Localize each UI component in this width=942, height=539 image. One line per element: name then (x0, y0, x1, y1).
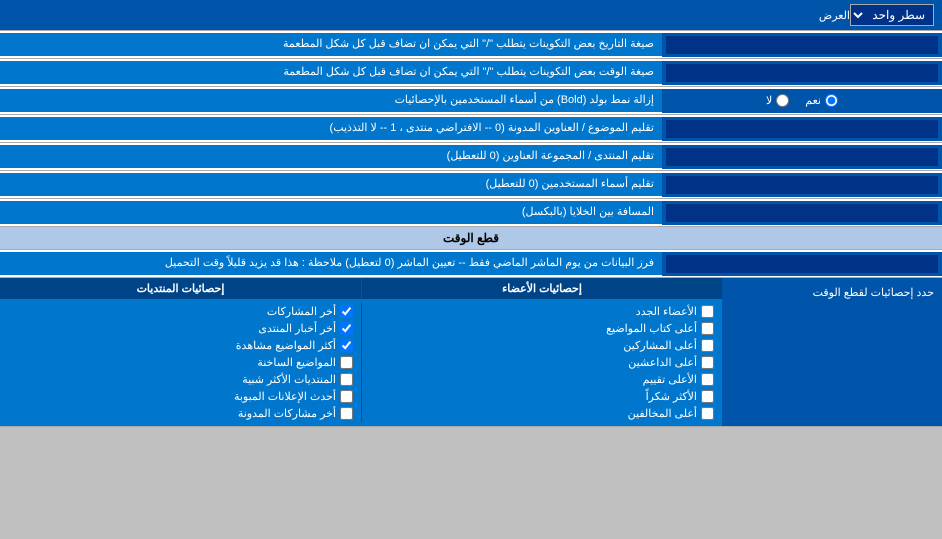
date-format-row: d-m صيغة التاريخ بعض التكوينات يتطلب "/"… (0, 31, 942, 59)
checkbox-label: أعلى كتاب المواضيع (606, 322, 697, 335)
checkbox-input[interactable] (701, 407, 714, 420)
forum-topic-input-wrapper: 33 (662, 117, 942, 141)
bold-options: نعم لا (662, 89, 942, 113)
checkbox-label: أخر المشاركات (267, 305, 336, 318)
checkbox-item: أخر المشاركات (8, 305, 353, 318)
time-format-input[interactable]: H:i (666, 64, 938, 82)
checkbox-item: أخر مشاركات المدونة (8, 407, 353, 420)
checkbox-item: الأعضاء الجدد (370, 305, 714, 318)
checkbox-label: أحدث الإعلانات المبوبة (234, 390, 336, 403)
checkbox-label: المواضيع الساخنة (257, 356, 336, 369)
time-format-label: صيغة الوقت بعض التكوينات يتطلب "/" التي … (0, 61, 662, 84)
main-container: سطر واحدسطرينثلاثة أسطر العرض d-m صيغة ا… (0, 0, 942, 427)
checkbox-label: أكثر المواضيع مشاهدة (236, 339, 336, 352)
cutoff-input-wrapper: 0 (662, 252, 942, 276)
checkbox-input[interactable] (340, 407, 353, 420)
stats-items-grid: الأعضاء الجدد أعلى كتاب المواضيع أعلى المش… (0, 299, 722, 426)
forum-topic-row: 33 تقليم الموضوع / العناوين المدونة (0 -… (0, 115, 942, 143)
checkbox-input[interactable] (701, 322, 714, 335)
checkbox-input[interactable] (340, 390, 353, 403)
forum-group-row: 33 تقليم المنتدى / المجموعة العناوين (0 … (0, 143, 942, 171)
checkbox-input[interactable] (701, 339, 714, 352)
checkbox-item: أكثر المواضيع مشاهدة (8, 339, 353, 352)
display-select[interactable]: سطر واحدسطرينثلاثة أسطر (850, 4, 934, 26)
cutoff-row: 0 فرز البيانات من يوم الماشر الماضي فقط … (0, 250, 942, 278)
checkbox-item: الأعلى تقييم (370, 373, 714, 386)
checkbox-input[interactable] (701, 373, 714, 386)
checkbox-input[interactable] (340, 339, 353, 352)
trim-users-input-wrapper: 0 (662, 173, 942, 197)
trim-users-input[interactable]: 0 (666, 176, 938, 194)
col2-header: إحصائيات المنتديات (0, 278, 361, 299)
time-cutoff-header: قطع الوقت (0, 227, 942, 250)
checkbox-item: أحدث الإعلانات المبوبة (8, 390, 353, 403)
checkbox-input[interactable] (340, 356, 353, 369)
checkbox-label: أعلى المشاركين (623, 339, 697, 352)
header-row: سطر واحدسطرينثلاثة أسطر العرض (0, 0, 942, 31)
cell-space-input-wrapper: 2 (662, 201, 942, 225)
stats-columns: إحصائيات الأعضاء إحصائيات المنتديات الأع… (0, 278, 722, 426)
trim-users-label: تقليم أسماء المستخدمين (0 للتعطيل) (0, 173, 662, 196)
cutoff-label: فرز البيانات من يوم الماشر الماضي فقط --… (0, 252, 662, 275)
checkbox-label: الأكثر شكراً (646, 390, 697, 403)
col2-items: الأعضاء الجدد أعلى كتاب المواضيع أعلى المش… (361, 303, 722, 422)
checkbox-input[interactable] (340, 373, 353, 386)
checkbox-item: أعلى المخالفين (370, 407, 714, 420)
date-format-input-wrapper: d-m (662, 33, 942, 57)
bold-label: إزالة نمط بولد (Bold) من أسماء المستخدمي… (0, 89, 662, 112)
checkbox-label: أعلى الداعشين (628, 356, 697, 369)
checkbox-item: المنتديات الأكثر شبية (8, 373, 353, 386)
cutoff-input[interactable]: 0 (666, 255, 938, 273)
checkbox-label: الأعلى تقييم (643, 373, 697, 386)
checkbox-label: أخر أخبار المنتدى (258, 322, 336, 335)
checkbox-input[interactable] (340, 305, 353, 318)
stats-section: حدد إحصائيات لقطع الوقت إحصائيات الأعضاء… (0, 278, 942, 427)
checkbox-label: أعلى المخالفين (628, 407, 697, 420)
forum-group-label: تقليم المنتدى / المجموعة العناوين (0 للت… (0, 145, 662, 168)
forum-topic-label: تقليم الموضوع / العناوين المدونة (0 -- ا… (0, 117, 662, 140)
checkbox-label: أخر مشاركات المدونة (238, 407, 336, 420)
checkbox-input[interactable] (701, 356, 714, 369)
checkbox-item: المواضيع الساخنة (8, 356, 353, 369)
bold-no-label[interactable]: لا (766, 94, 789, 107)
cell-space-input[interactable]: 2 (666, 204, 938, 222)
checkbox-item: الأكثر شكراً (370, 390, 714, 403)
bold-yes-label[interactable]: نعم (805, 94, 838, 107)
bold-no-radio[interactable] (776, 94, 789, 107)
cell-space-row: 2 المسافة بين الخلايا (بالبكسل) (0, 199, 942, 227)
checkbox-input[interactable] (701, 305, 714, 318)
bold-yes-radio[interactable] (825, 94, 838, 107)
col1-items: أخر المشاركات أخر أخبار المنتدى أكثر الموا… (0, 303, 361, 422)
checkbox-item: أعلى الداعشين (370, 356, 714, 369)
date-format-input[interactable]: d-m (666, 36, 938, 54)
checkbox-item: أعلى المشاركين (370, 339, 714, 352)
time-format-input-wrapper: H:i (662, 61, 942, 85)
time-format-row: H:i صيغة الوقت بعض التكوينات يتطلب "/" ا… (0, 59, 942, 87)
forum-group-input-wrapper: 33 (662, 145, 942, 169)
checkbox-item: أعلى كتاب المواضيع (370, 322, 714, 335)
stats-section-label: حدد إحصائيات لقطع الوقت (722, 278, 942, 426)
checkbox-label: الأعضاء الجدد (636, 305, 697, 318)
forum-group-input[interactable]: 33 (666, 148, 938, 166)
stats-col-headers: إحصائيات الأعضاء إحصائيات المنتديات (0, 278, 722, 299)
bold-row: نعم لا إزالة نمط بولد (Bold) من أسماء ال… (0, 87, 942, 115)
checkbox-label: المنتديات الأكثر شبية (242, 373, 336, 386)
checkbox-input[interactable] (340, 322, 353, 335)
col1-header: إحصائيات الأعضاء (361, 278, 722, 299)
header-label: العرض (8, 9, 850, 22)
cell-space-label: المسافة بين الخلايا (بالبكسل) (0, 201, 662, 224)
trim-users-row: 0 تقليم أسماء المستخدمين (0 للتعطيل) (0, 171, 942, 199)
checkbox-input[interactable] (701, 390, 714, 403)
date-format-label: صيغة التاريخ بعض التكوينات يتطلب "/" الت… (0, 33, 662, 56)
checkbox-item: أخر أخبار المنتدى (8, 322, 353, 335)
forum-topic-input[interactable]: 33 (666, 120, 938, 138)
